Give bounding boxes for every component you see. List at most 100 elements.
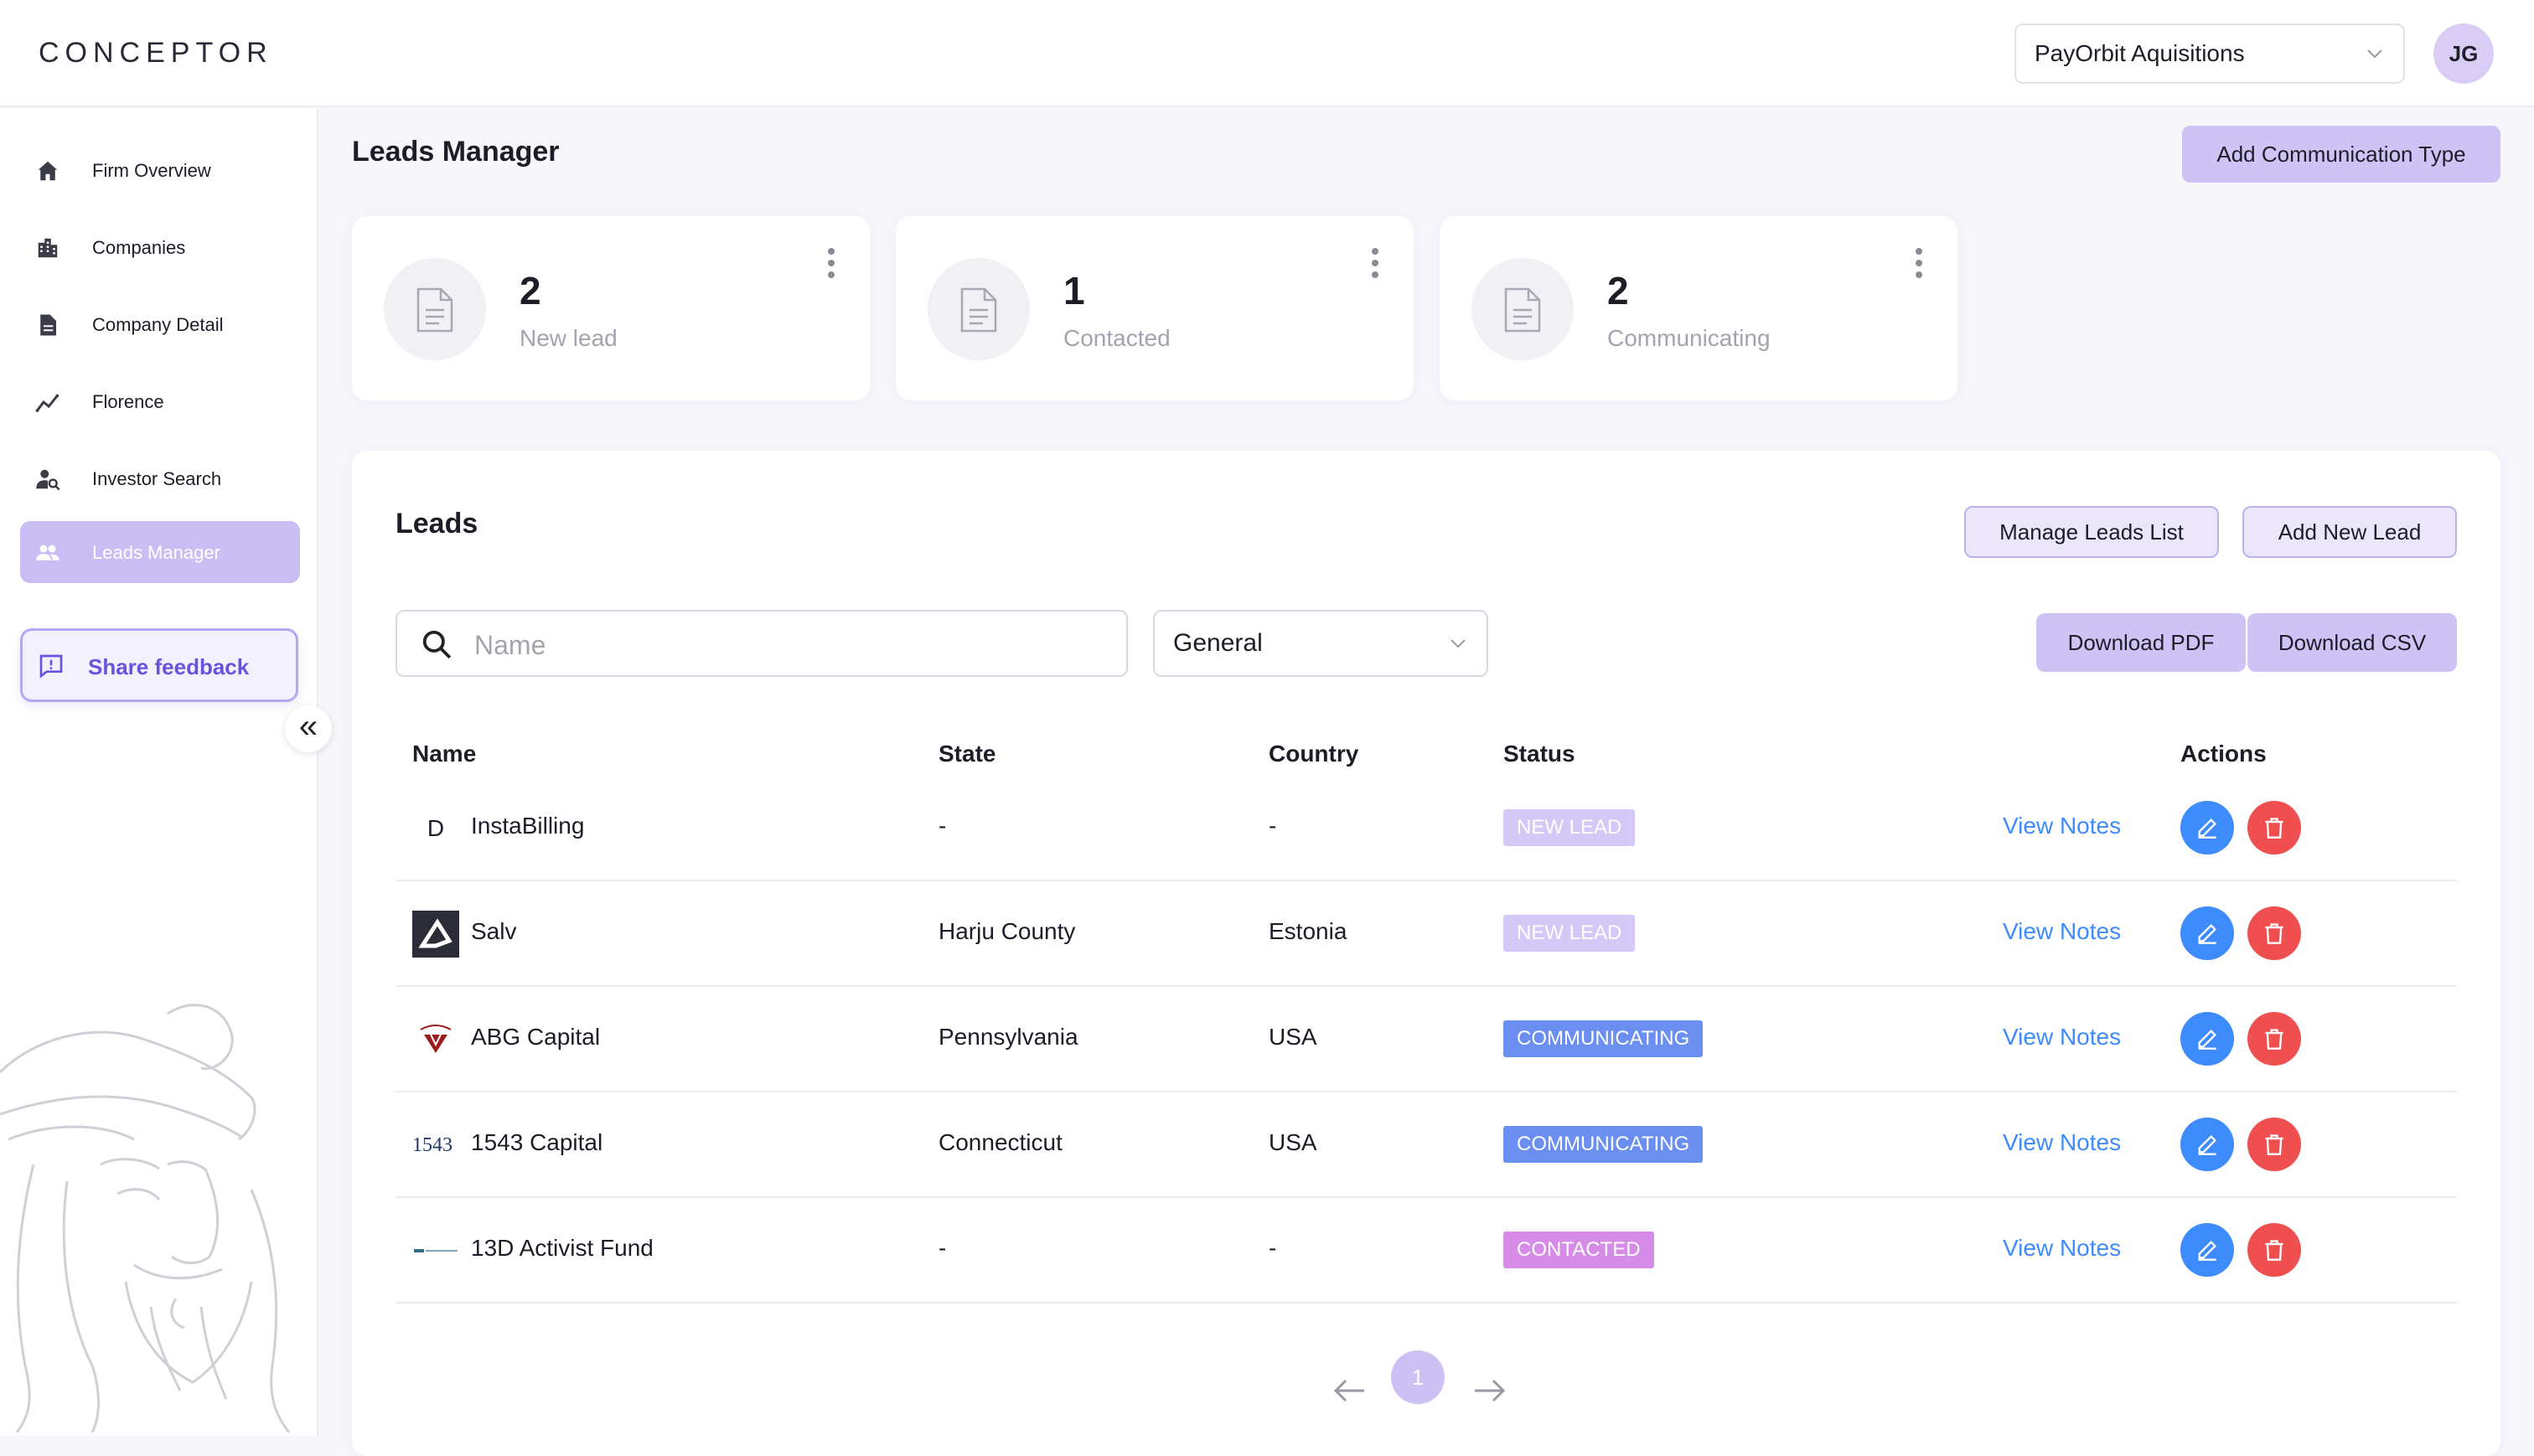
lead-name[interactable]: ABG Capital	[471, 1024, 600, 1051]
column-header-actions: Actions	[2180, 741, 2267, 767]
view-notes-link[interactable]: View Notes	[2003, 1235, 2121, 1262]
arrow-left-icon[interactable]	[1331, 1374, 1368, 1407]
table-row: Salv Harju County Estonia NEW LEAD View …	[396, 881, 2457, 987]
column-header-name[interactable]: Name	[412, 741, 476, 767]
abg-capital-logo	[420, 1025, 452, 1053]
app-logo[interactable]: CONCEPTOR	[39, 37, 273, 70]
lead-state: Harju County	[939, 918, 1076, 944]
stat-label: Communicating	[1607, 325, 1771, 351]
user-avatar[interactable]: JG	[2433, 23, 2494, 84]
sidebar-item-firm-overview[interactable]: Firm Overview	[20, 139, 300, 201]
lead-country: Estonia	[1269, 918, 1347, 944]
lead-state: -	[939, 1235, 947, 1261]
status-badge: COMMUNICATING	[1503, 1020, 1704, 1057]
lead-name[interactable]: 13D Activist Fund	[471, 1235, 654, 1262]
delete-button[interactable]	[2247, 801, 2301, 854]
edit-button[interactable]	[2180, 801, 2234, 854]
home-icon	[38, 161, 58, 181]
collapse-sidebar-button[interactable]: «	[285, 705, 332, 752]
arrow-right-icon[interactable]	[1471, 1374, 1508, 1407]
category-select[interactable]: General	[1153, 610, 1488, 677]
chevron-down-icon	[2367, 49, 2382, 59]
edit-button[interactable]	[2180, 1223, 2234, 1277]
edit-button[interactable]	[2180, 1118, 2234, 1171]
lead-country: USA	[1269, 1129, 1317, 1155]
sidebar-item-florence[interactable]: Florence	[20, 370, 300, 432]
delete-button[interactable]	[2247, 1223, 2301, 1277]
download-csv-button[interactable]: Download CSV	[2247, 613, 2457, 672]
page-title: Leads Manager	[352, 136, 560, 168]
search-input[interactable]: Name	[396, 610, 1128, 677]
delete-button[interactable]	[2247, 1012, 2301, 1066]
edit-button[interactable]	[2180, 906, 2234, 960]
column-header-status[interactable]: Status	[1503, 741, 1575, 767]
view-notes-link[interactable]: View Notes	[2003, 1024, 2121, 1051]
sidebar-item-company-detail[interactable]: Company Detail	[20, 293, 300, 355]
lead-country: -	[1269, 813, 1277, 839]
stat-icon-circle	[1471, 258, 1574, 360]
more-vertical-icon[interactable]	[1914, 246, 1924, 280]
sidebar-item-investor-search[interactable]: Investor Search	[20, 447, 300, 509]
download-pdf-button[interactable]: Download PDF	[2036, 613, 2246, 672]
stat-value: 2	[1607, 269, 1629, 312]
delete-button[interactable]	[2247, 1118, 2301, 1171]
category-select-value: General	[1173, 629, 1263, 657]
more-vertical-icon[interactable]	[826, 246, 836, 280]
person-search-icon	[36, 469, 60, 491]
document-icon	[40, 314, 56, 336]
illustration-sketch	[0, 1004, 291, 1433]
view-notes-link[interactable]: View Notes	[2003, 1129, 2121, 1156]
document-icon	[1504, 287, 1541, 333]
stat-icon-circle	[928, 258, 1030, 360]
status-badge: NEW LEAD	[1503, 915, 1636, 952]
more-vertical-icon[interactable]	[1370, 246, 1380, 280]
sidebar-item-label: Leads Manager	[92, 542, 220, 563]
top-bar: CONCEPTOR PayOrbit Aquisitions JG	[0, 0, 2534, 107]
pencil-icon	[2198, 1241, 2216, 1261]
stat-label: New lead	[520, 325, 618, 351]
trash-icon	[2265, 923, 2283, 944]
leads-title: Leads	[396, 508, 478, 540]
status-badge: NEW LEAD	[1503, 809, 1636, 846]
feedback-icon	[39, 654, 63, 679]
lead-name[interactable]: Salv	[471, 918, 516, 945]
status-badge: CONTACTED	[1503, 1231, 1654, 1268]
view-notes-link[interactable]: View Notes	[2003, 918, 2121, 945]
pencil-icon	[2198, 924, 2216, 944]
sidebar-item-label: Florence	[92, 391, 164, 412]
stat-value: 2	[520, 269, 541, 312]
sidebar-item-leads-manager[interactable]: Leads Manager	[20, 521, 300, 583]
edit-button[interactable]	[2180, 1012, 2234, 1066]
share-feedback-button[interactable]: Share feedback	[20, 628, 298, 702]
building-icon	[38, 238, 58, 258]
manage-leads-list-button[interactable]: Manage Leads List	[1964, 506, 2219, 558]
table-row: 13D Activist Fund - - CONTACTED View Not…	[396, 1198, 2457, 1304]
view-notes-link[interactable]: View Notes	[2003, 813, 2121, 839]
stat-value: 1	[1063, 269, 1085, 312]
chevron-down-icon	[1451, 639, 1466, 648]
lead-name[interactable]: InstaBilling	[471, 813, 584, 839]
stat-card-communicating: 2 Communicating	[1440, 216, 1957, 400]
sidebar: Firm Overview Companies Company Detail F…	[0, 109, 318, 1436]
add-new-lead-button[interactable]: Add New Lead	[2242, 506, 2457, 558]
sidebar-item-companies[interactable]: Companies	[20, 216, 300, 278]
column-header-country[interactable]: Country	[1269, 741, 1358, 767]
search-icon	[422, 630, 452, 659]
lead-country: -	[1269, 1235, 1277, 1261]
add-communication-type-button[interactable]: Add Communication Type	[2182, 126, 2500, 183]
lead-state: -	[939, 813, 947, 839]
firm-select[interactable]: PayOrbit Aquisitions	[2014, 23, 2405, 84]
delete-button[interactable]	[2247, 906, 2301, 960]
table-row: ABG Capital Pennsylvania USA COMMUNICATI…	[396, 987, 2457, 1092]
firm-select-value: PayOrbit Aquisitions	[2035, 40, 2245, 66]
13d-fund-logo	[414, 1249, 458, 1252]
salv-logo	[412, 911, 459, 958]
page-number-current[interactable]: 1	[1391, 1350, 1445, 1404]
trash-icon	[2265, 1134, 2283, 1155]
trash-icon	[2265, 818, 2283, 839]
lead-country: USA	[1269, 1024, 1317, 1050]
column-header-state[interactable]: State	[939, 741, 995, 767]
stat-label: Contacted	[1063, 325, 1171, 351]
lead-name[interactable]: 1543 Capital	[471, 1129, 602, 1156]
company-logo: 1543	[412, 1134, 452, 1156]
